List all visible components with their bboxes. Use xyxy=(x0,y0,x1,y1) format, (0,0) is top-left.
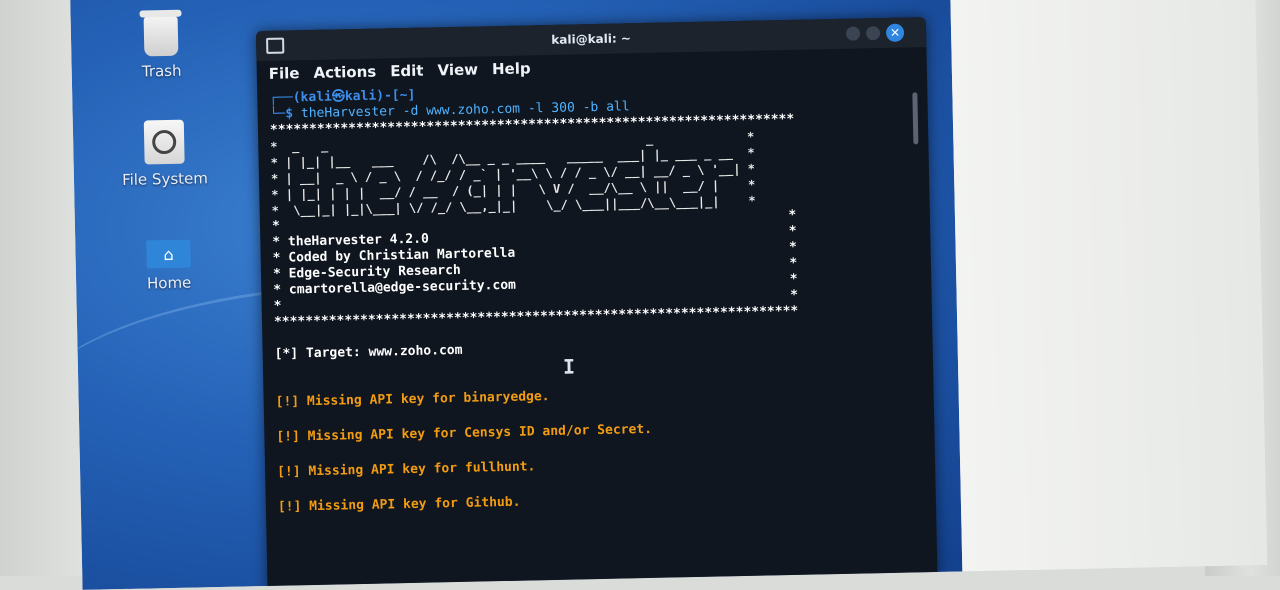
maximize-button[interactable] xyxy=(865,26,881,41)
menu-view[interactable]: View xyxy=(437,60,478,79)
desktop-icon-label: File System xyxy=(121,169,209,189)
window-title: kali@kali: ~ xyxy=(551,31,632,47)
desktop-icon-trash[interactable]: Trash xyxy=(106,15,217,81)
mouse-ibeam-cursor: I xyxy=(562,354,576,379)
minimize-button[interactable] xyxy=(845,26,861,41)
terminal-output[interactable]: ┌──(kali㉿kali)-[~] └─$ theHarvester -d w… xyxy=(257,73,936,516)
menu-actions[interactable]: Actions xyxy=(313,63,376,82)
desktop-icon-label: Trash xyxy=(141,61,182,81)
terminal-scrollbar[interactable] xyxy=(912,92,919,145)
desktop-icon-home[interactable]: ⌂ Home xyxy=(113,239,224,293)
prompt-prefix: └─$ xyxy=(269,106,302,122)
desktop-icon-label: Home xyxy=(146,273,192,293)
menu-edit[interactable]: Edit xyxy=(390,62,424,81)
desktop-right-area xyxy=(949,0,1268,572)
terminal-window[interactable]: kali@kali: ~ ✕ File Actions Edit View He… xyxy=(255,17,938,590)
terminal-app-icon[interactable] xyxy=(266,37,285,54)
close-button[interactable]: ✕ xyxy=(885,23,905,42)
home-folder-icon: ⌂ xyxy=(146,239,191,269)
desktop-icon-file-system[interactable]: File System xyxy=(109,119,220,189)
drive-icon xyxy=(143,119,185,165)
trash-icon xyxy=(143,15,179,57)
menu-file[interactable]: File xyxy=(269,64,300,83)
monitor-screen: Trash File System ⌂ Home kali@kali: ~ ✕ … xyxy=(70,0,1268,590)
menu-help[interactable]: Help xyxy=(492,59,531,78)
